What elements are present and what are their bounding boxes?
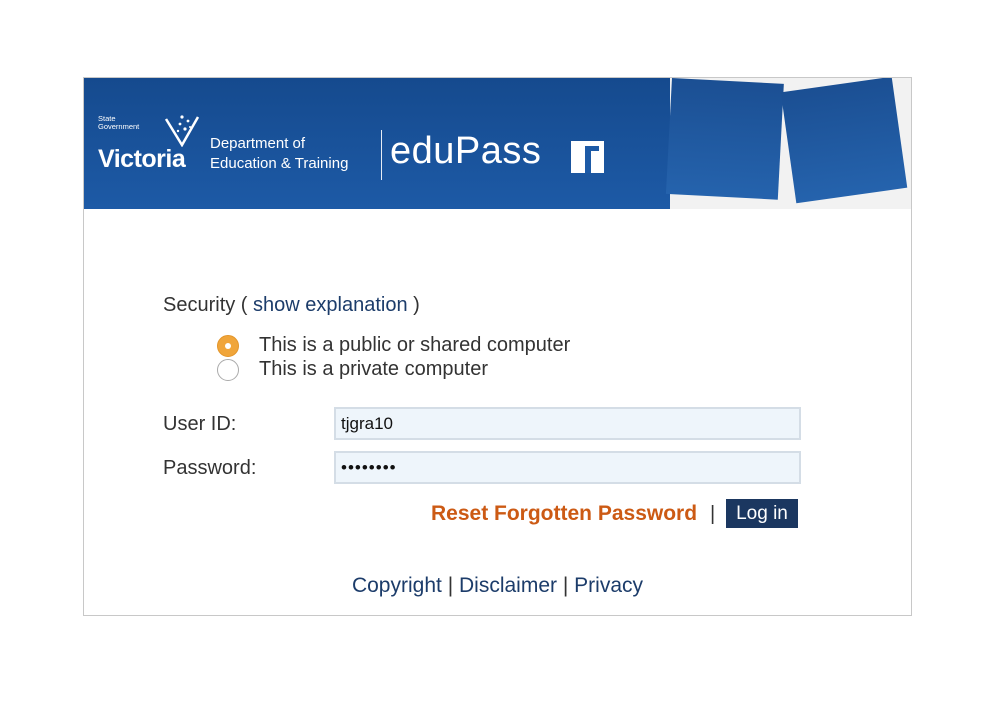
show-explanation-link[interactable]: show explanation <box>253 294 408 316</box>
decorative-square <box>665 78 784 200</box>
header-banner: State Government Victoria Department of … <box>84 78 911 209</box>
password-input[interactable]: •••••••• <box>334 451 801 484</box>
action-separator: | <box>710 503 716 525</box>
security-label: Security ( <box>163 294 248 316</box>
disclaimer-link[interactable]: Disclaimer <box>459 574 557 597</box>
logo-victoria-text: Victoria <box>98 145 186 173</box>
user-id-input[interactable]: tjgra10 <box>334 407 801 440</box>
header-divider <box>381 130 382 180</box>
logo-small-line2: Government <box>98 122 140 131</box>
edupass-door-icon <box>571 141 604 173</box>
reset-password-link[interactable]: Reset Forgotten Password <box>431 502 697 526</box>
dept-line2: Education & Training <box>210 155 349 172</box>
department-name: Department of Education & Training <box>210 134 348 174</box>
security-heading: Security ( show explanation ) <box>163 294 420 317</box>
copyright-link[interactable]: Copyright <box>352 574 442 597</box>
login-card: State Government Victoria Department of … <box>83 77 912 616</box>
edupass-brand: eduPass <box>390 130 542 172</box>
dept-line1: Department of <box>210 135 306 152</box>
footer-separator: | <box>562 574 569 597</box>
password-label: Password: <box>163 457 257 479</box>
footer-separator: | <box>447 574 454 597</box>
private-computer-label: This is a private computer <box>259 358 488 380</box>
privacy-link[interactable]: Privacy <box>574 574 643 597</box>
decorative-square <box>780 78 908 204</box>
public-computer-option[interactable]: This is a public or shared computer <box>217 334 570 357</box>
security-close-paren: ) <box>413 294 420 316</box>
radio-unselected-icon[interactable] <box>217 358 239 381</box>
login-button[interactable]: Log in <box>726 499 798 528</box>
public-computer-label: This is a public or shared computer <box>259 334 571 356</box>
user-id-label: User ID: <box>163 413 237 435</box>
radio-selected-icon[interactable] <box>217 334 239 357</box>
private-computer-option[interactable]: This is a private computer <box>217 358 488 381</box>
stars-icon <box>164 115 200 147</box>
footer-links: Copyright | Disclaimer | Privacy <box>84 574 911 598</box>
victoria-government-logo: State Government Victoria <box>98 115 200 173</box>
